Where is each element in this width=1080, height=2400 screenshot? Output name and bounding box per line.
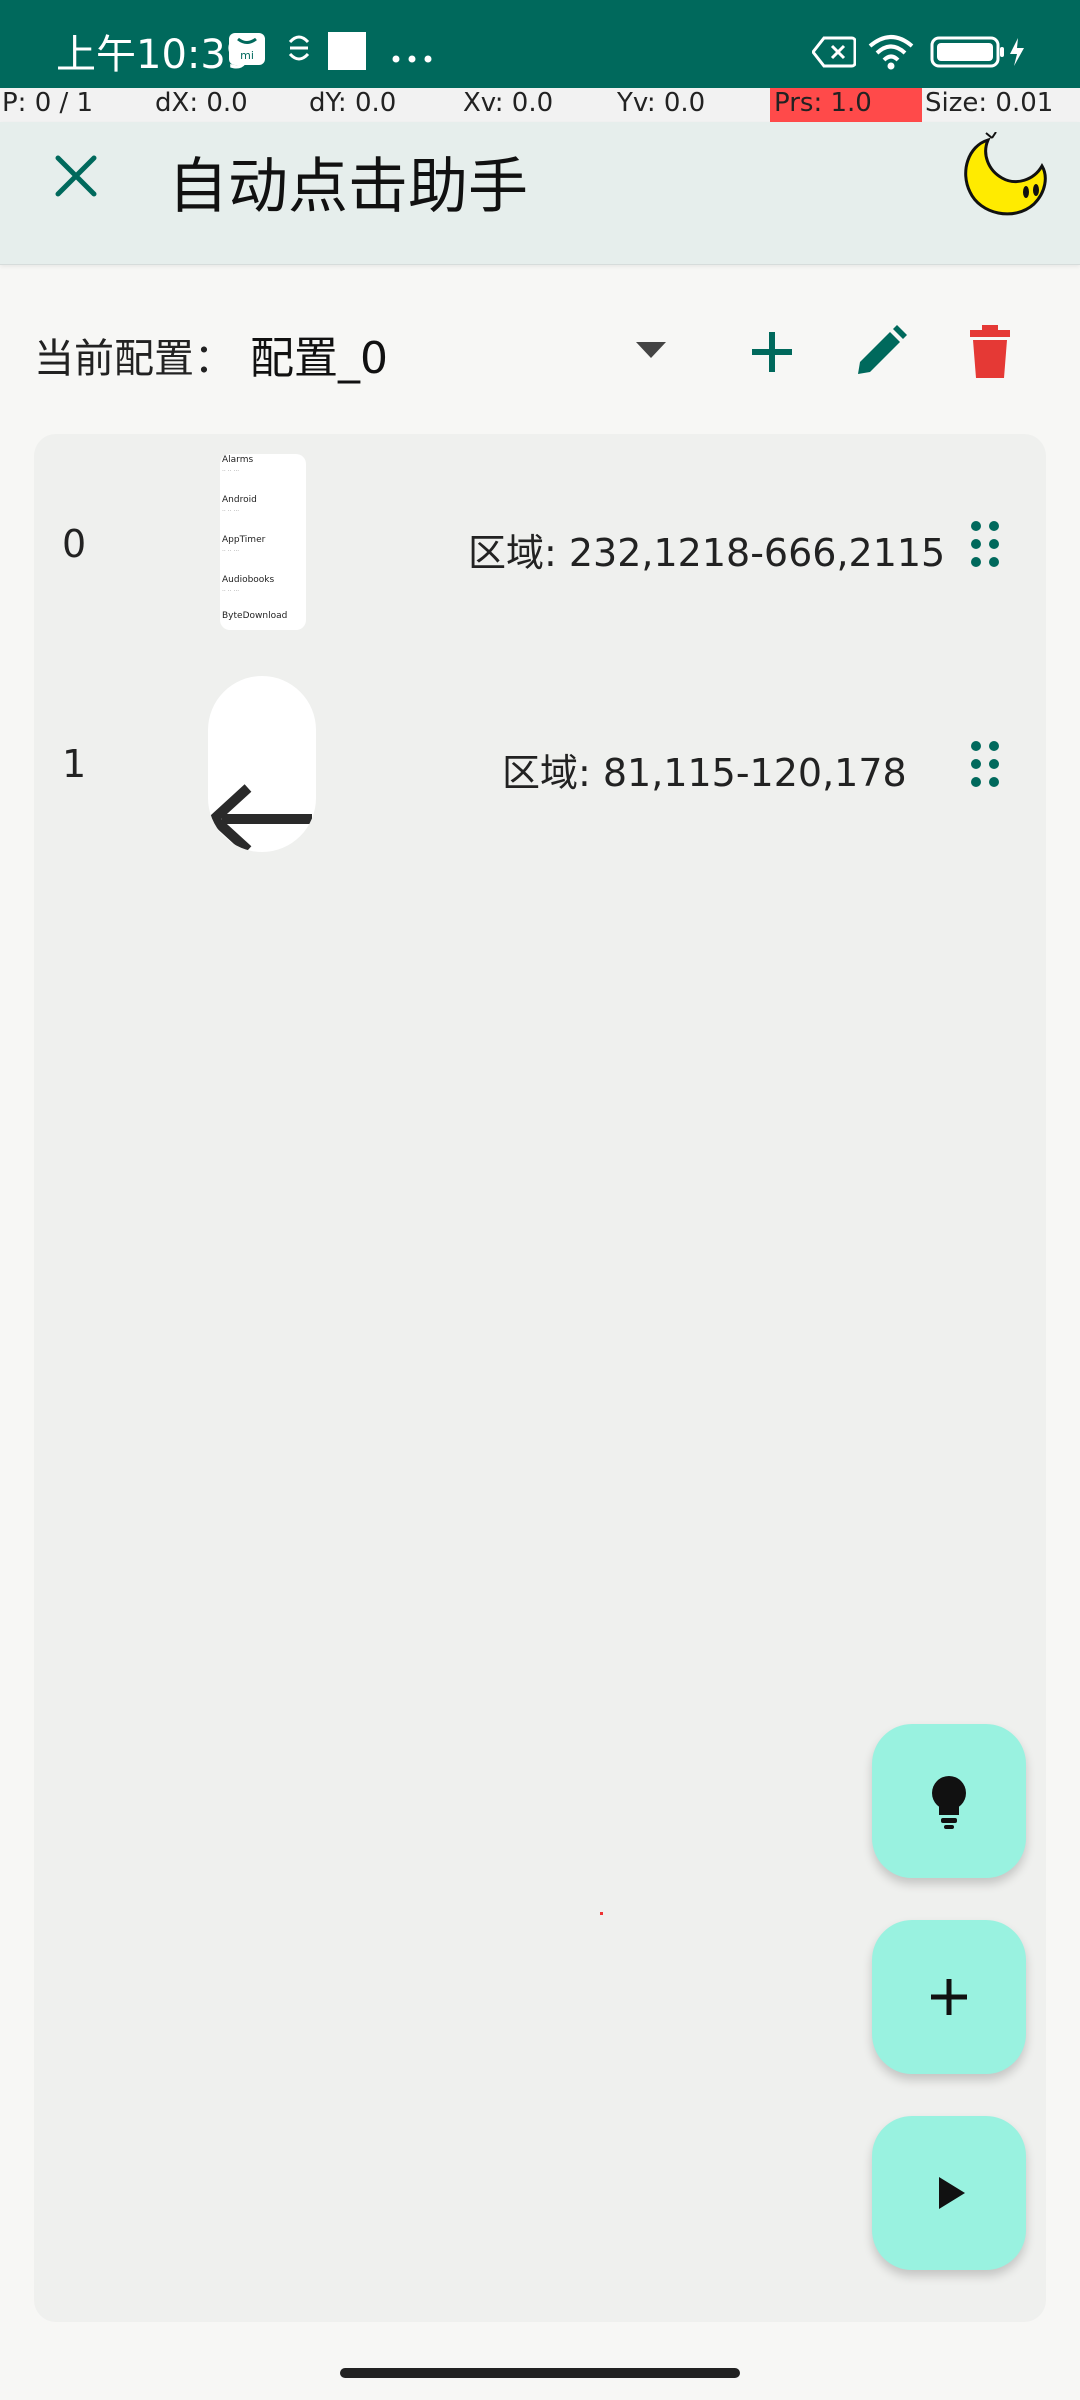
svg-text:mi: mi [240,49,254,62]
debug-dy: dY: 0.0 [309,88,397,118]
sync-icon [284,30,314,70]
battery-charging-icon [930,36,1026,72]
status-time: 上午10:39 [56,32,252,78]
list-item[interactable]: 0 Alarms ·· ·· ··· Android ·· ·· ··· App… [34,434,1046,630]
battery-saver-icon [811,36,857,72]
add-action-button[interactable] [872,1920,1026,2074]
status-bar: 上午10:39 mi [0,0,1080,88]
edit-config-button[interactable] [848,320,912,384]
thumb-decor: ·· ·· ··· [222,588,240,595]
white-square-icon [328,32,366,74]
play-button[interactable] [872,2116,1026,2270]
tips-button[interactable] [872,1724,1026,1878]
thumb-decor: ·· ·· ··· [222,548,240,555]
item-region: 区域: 232,1218-666,2115 [468,531,946,575]
drag-handle-icon[interactable] [970,520,1000,568]
thumb-line: Alarms [222,455,254,465]
item-index: 1 [62,742,87,786]
debug-pointer-count: P: 0 / 1 [2,88,94,118]
thumb-line: Android [222,495,257,505]
mi-store-icon: mi [228,30,266,70]
wifi-icon [868,34,914,74]
more-icon [392,48,432,67]
debug-xv: Xv: 0.0 [463,88,554,118]
plus-icon [752,332,792,372]
thumb-decor: ·· ·· ··· [222,468,240,475]
config-selector[interactable]: 配置_0 [250,322,388,386]
back-arrow-thumbnail [208,676,316,852]
app-header: 自动点击助手 [0,122,1080,265]
debug-size: Size: 0.01 [925,88,1054,118]
moon-mascot-icon [958,131,1050,224]
config-label: 当前配置： [34,336,234,382]
plus-icon [931,1979,967,2015]
thumb-line: ByteDownload [222,611,288,621]
lightbulb-icon [932,1776,966,1829]
item-region: 区域: 81,115-120,178 [502,751,907,795]
touch-point-marker [600,1912,603,1915]
item-index: 0 [62,522,87,566]
back-arrow-icon [208,784,312,852]
list-item[interactable]: 1 区域: 81,115-120,178 [34,654,1046,834]
thumb-line: AppTimer [222,535,266,545]
close-icon [55,155,97,197]
page-title: 自动点击助手 [168,152,528,222]
add-config-button[interactable] [740,320,804,384]
thumb-decor: ·· ·· ··· [222,508,240,515]
debug-pressure: Prs: 1.0 [770,88,922,122]
pointer-location-bar: P: 0 / 1 dX: 0.0 dY: 0.0 Xv: 0.0 Yv: 0.0… [0,88,1080,122]
trash-icon [970,325,1010,378]
play-icon [939,2177,965,2209]
dropdown-arrow-icon[interactable] [636,342,666,362]
debug-dx: dX: 0.0 [155,88,248,118]
home-indicator[interactable] [340,2368,740,2378]
debug-yv: Yv: 0.0 [617,88,706,118]
close-button[interactable] [44,144,108,208]
thumb-line: Audiobooks [222,575,275,585]
delete-config-button[interactable] [958,320,1022,384]
drag-handle-icon[interactable] [970,740,1000,788]
action-list: 0 Alarms ·· ·· ··· Android ·· ·· ··· App… [34,434,1046,2322]
region-thumbnail: Alarms ·· ·· ··· Android ·· ·· ··· AppTi… [220,454,306,630]
pencil-icon [858,325,907,374]
